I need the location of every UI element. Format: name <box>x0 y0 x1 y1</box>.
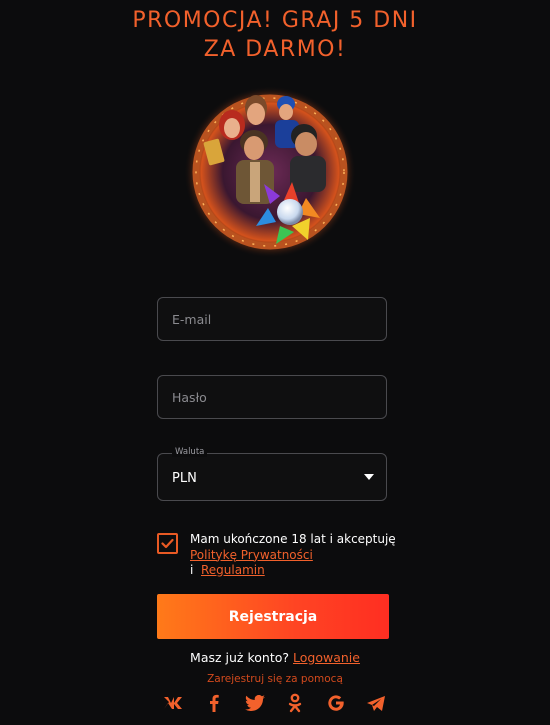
email-field[interactable] <box>157 297 387 341</box>
facebook-icon[interactable] <box>203 692 225 714</box>
promo-title-line-2: ZA DARMO! <box>203 37 347 62</box>
email-input[interactable] <box>158 298 386 340</box>
chevron-down-icon[interactable] <box>364 474 374 480</box>
register-button[interactable]: Rejestracja <box>157 594 389 639</box>
checkmark-icon <box>161 538 174 549</box>
consent-text: Mam ukończone 18 lat i akceptuję Polityk… <box>190 532 410 579</box>
login-prompt-text: Masz już konto? <box>190 650 290 665</box>
promo-title: PROMOCJA! GRAJ 5 DNI ZA DARMO! <box>0 6 550 64</box>
login-link[interactable]: Logowanie <box>293 650 360 665</box>
google-icon[interactable] <box>325 692 347 714</box>
password-input[interactable] <box>158 376 386 418</box>
promo-hero-illustration <box>180 80 360 260</box>
consent-checkbox[interactable] <box>157 533 178 554</box>
odnoklassniki-icon[interactable] <box>284 692 306 714</box>
telegram-icon[interactable] <box>365 692 387 714</box>
social-login-icons <box>163 692 387 714</box>
twitter-icon[interactable] <box>244 692 266 714</box>
vk-icon[interactable] <box>163 692 185 714</box>
currency-label: Waluta <box>172 447 208 457</box>
promo-title-line-1: PROMOCJA! GRAJ 5 DNI <box>132 8 418 33</box>
currency-value: PLN <box>172 471 197 486</box>
terms-link[interactable]: Regulamin <box>201 563 265 577</box>
password-field[interactable] <box>157 375 387 419</box>
consent-and-text: i <box>190 563 194 577</box>
privacy-policy-link[interactable]: Politykę Prywatności <box>190 548 313 562</box>
login-prompt: Masz już konto? Logowanie <box>0 650 550 665</box>
currency-select[interactable]: Waluta PLN <box>157 447 387 501</box>
consent-age-text: Mam ukończone 18 lat i akceptuję <box>190 532 396 546</box>
social-register-label: Zarejestruj się za pomocą <box>207 673 343 685</box>
